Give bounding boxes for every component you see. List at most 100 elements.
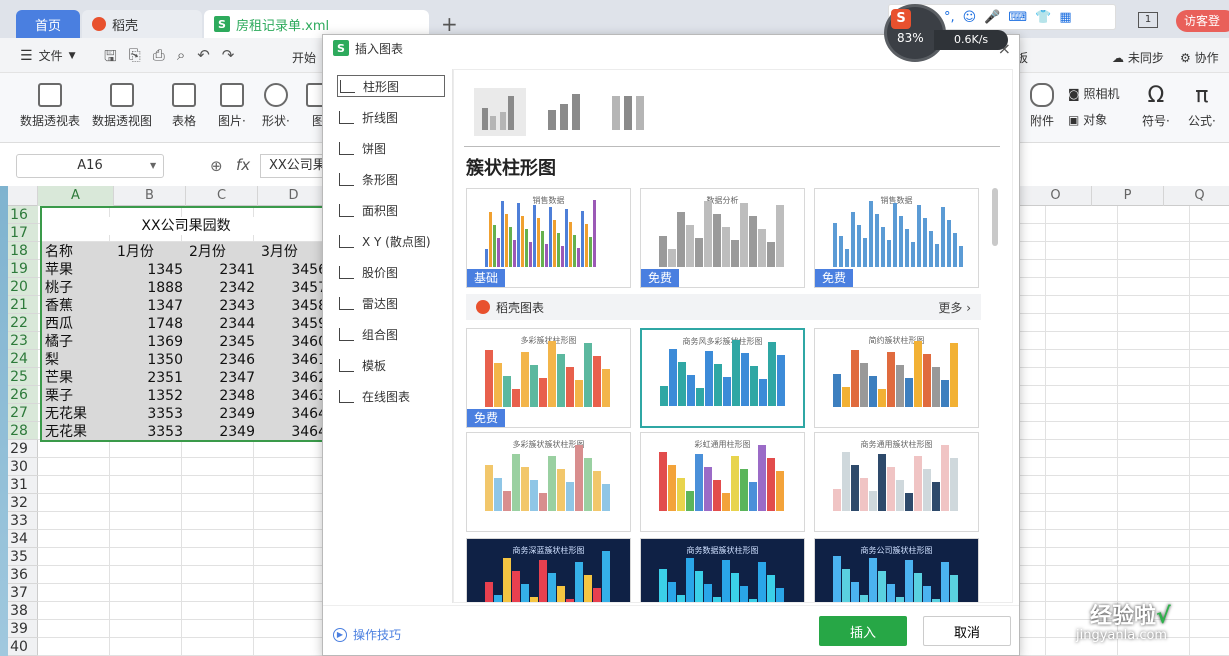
- toolbox-icon[interactable]: ▦: [1059, 10, 1071, 25]
- thumb-bar: [503, 376, 511, 407]
- chart-template-thumb[interactable]: 多彩簇状柱形图免费: [466, 328, 631, 428]
- column-p[interactable]: P: [1092, 186, 1164, 206]
- tab-start[interactable]: 开始: [292, 49, 316, 66]
- tab-home[interactable]: 首页: [16, 10, 80, 38]
- chart-type-template[interactable]: 模板: [337, 354, 445, 376]
- object-button[interactable]: ▣ 对象: [1068, 111, 1107, 128]
- chart-type-combo-chart[interactable]: 组合图: [337, 323, 445, 345]
- login-button[interactable]: 访客登: [1176, 10, 1229, 32]
- chart-template-thumb[interactable]: 商务风多彩簇状柱形图: [640, 328, 805, 428]
- thumb-bar: [941, 562, 949, 602]
- insert-button[interactable]: 插入: [819, 616, 907, 646]
- pivot-table-button[interactable]: 数据透视表: [20, 83, 80, 129]
- chart-template-thumb[interactable]: 彩虹通用柱形图: [640, 432, 805, 532]
- thumb-bar: [593, 471, 601, 511]
- chart-template-thumb[interactable]: 商务数据簇状柱形图: [640, 538, 805, 602]
- percent-stacked-column-variant[interactable]: [604, 88, 656, 136]
- stacked-column-variant[interactable]: [540, 88, 592, 136]
- docer-icon: [476, 300, 490, 314]
- zoom-icon[interactable]: ⊕: [210, 157, 223, 175]
- column-o[interactable]: O: [1020, 186, 1092, 206]
- chart-type-scatter-chart[interactable]: X Y (散点图): [337, 230, 445, 252]
- chart-template-thumb[interactable]: 销售数据 基础: [466, 188, 631, 288]
- thumb-bar: [759, 379, 767, 406]
- pivot-chart-button[interactable]: 数据透视图: [92, 83, 152, 129]
- thumb-bar: [941, 445, 949, 511]
- thumb-bar: [839, 236, 843, 267]
- tab-docer-label: 稻壳: [112, 18, 139, 34]
- chart-template-thumb[interactable]: 商务通用簇状柱形图: [814, 432, 979, 532]
- thumb-title: 商务数据簇状柱形图: [686, 546, 759, 555]
- picture-button[interactable]: 图片·: [218, 83, 246, 129]
- thumb-bar: [695, 454, 703, 511]
- keyboard-icon[interactable]: ⌨: [1008, 10, 1027, 25]
- chart-type-online-chart[interactable]: 在线图表: [337, 385, 445, 407]
- export-icon[interactable]: ⎘: [129, 46, 141, 71]
- ime-punct[interactable]: °,: [944, 10, 955, 25]
- attachment-button[interactable]: 附件: [1030, 83, 1054, 129]
- column-c[interactable]: C: [186, 186, 258, 206]
- thumb-bar: [539, 560, 547, 602]
- thumb-bar: [485, 350, 493, 407]
- thumb-bar: [521, 352, 529, 407]
- chart-type-area-chart[interactable]: 面积图: [337, 199, 445, 221]
- gallery-scrollbar[interactable]: [992, 188, 998, 246]
- page-icon[interactable]: 1: [1138, 12, 1158, 28]
- shape-button[interactable]: 形状·: [262, 83, 290, 129]
- chart-template-thumb[interactable]: 商务公司簇状柱形图: [814, 538, 979, 602]
- column-a[interactable]: A: [38, 186, 114, 206]
- template-icon: [339, 358, 354, 372]
- camera-button[interactable]: ◙ 照相机: [1068, 85, 1120, 102]
- thumb-bar: [896, 597, 904, 602]
- chart-type-label: 股价图: [362, 265, 399, 280]
- collab-icon: ⚙: [1180, 51, 1191, 65]
- sync-status[interactable]: ☁ 未同步: [1112, 49, 1164, 66]
- emoji-icon[interactable]: ☺: [963, 10, 977, 25]
- name-box-dropdown-icon[interactable]: ▼: [150, 161, 156, 170]
- preview-icon[interactable]: ⌕: [177, 46, 185, 71]
- more-link[interactable]: 更多 ›: [938, 299, 971, 316]
- column-b[interactable]: B: [114, 186, 186, 206]
- tips-link[interactable]: ▶ 操作技巧: [333, 626, 401, 643]
- clustered-column-variant[interactable]: [474, 88, 526, 136]
- mic-icon[interactable]: 🎤: [984, 10, 1000, 25]
- chart-template-thumb[interactable]: 销售数据 免费: [814, 188, 979, 288]
- name-box[interactable]: A16: [16, 154, 164, 178]
- fx-icon[interactable]: fx: [236, 156, 250, 174]
- redo-icon[interactable]: ↷: [222, 46, 235, 71]
- tab-docer[interactable]: 稻壳: [82, 10, 202, 38]
- table-button[interactable]: 表格: [172, 83, 196, 129]
- collab-button[interactable]: ⚙ 协作: [1180, 49, 1219, 66]
- chart-type-line-chart[interactable]: 折线图: [337, 106, 445, 128]
- thumb-bar: [521, 467, 529, 511]
- chart-template-thumb[interactable]: 数据分析 免费: [640, 188, 805, 288]
- undo-icon[interactable]: ↶: [197, 46, 210, 71]
- column-d[interactable]: D: [258, 186, 330, 206]
- thumb-bar: [539, 493, 547, 511]
- chart-type-bar-chart[interactable]: 条形图: [337, 168, 445, 190]
- chart-template-thumb[interactable]: 商务深蓝簇状柱形图: [466, 538, 631, 602]
- chart-type-radar-chart[interactable]: 雷达图: [337, 292, 445, 314]
- file-menu[interactable]: ☰ 文件 ▼: [20, 47, 76, 64]
- variant-bar: [624, 96, 632, 130]
- save-icon[interactable]: 🖫: [104, 46, 117, 71]
- print-icon[interactable]: ⎙: [153, 46, 165, 71]
- thumb-bar: [494, 363, 502, 407]
- symbol-button[interactable]: Ω 符号·: [1142, 83, 1170, 129]
- thumb-bar: [722, 227, 730, 267]
- thumb-bar: [696, 388, 704, 406]
- line-chart-icon: [339, 110, 354, 124]
- thumb-bar: [905, 560, 913, 602]
- thumb-bar: [950, 343, 958, 407]
- formula-button[interactable]: π 公式·: [1188, 83, 1216, 129]
- combo-chart-icon: [339, 327, 354, 341]
- chart-template-thumb[interactable]: 简约簇状柱形图: [814, 328, 979, 428]
- chart-type-column-chart[interactable]: 柱形图: [337, 75, 445, 97]
- chart-template-thumb[interactable]: 多彩簇状簇状柱形图: [466, 432, 631, 532]
- column-q[interactable]: Q: [1164, 186, 1229, 206]
- chart-type-stock-chart[interactable]: 股价图: [337, 261, 445, 283]
- chart-type-label: 折线图: [362, 110, 399, 125]
- skin-icon[interactable]: 👕: [1035, 10, 1051, 25]
- cancel-button[interactable]: 取消: [923, 616, 1011, 646]
- chart-type-pie-chart[interactable]: 饼图: [337, 137, 445, 159]
